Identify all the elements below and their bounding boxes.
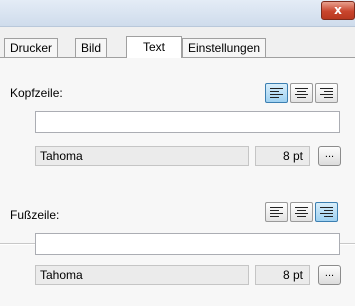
footer-align-left-button[interactable] — [265, 202, 288, 222]
footer-align-center-button[interactable] — [290, 202, 313, 222]
tab-label: Text — [142, 40, 165, 54]
header-text-input[interactable] — [35, 111, 340, 133]
header-label: Kopfzeile: — [10, 86, 63, 100]
footer-font-browse-button[interactable]: ... — [318, 265, 341, 285]
align-right-icon — [320, 88, 333, 98]
text-settings-panel: Kopfzeile: Tahoma 8 pt ... Fußzeile: Tah… — [0, 57, 355, 306]
align-center-icon — [295, 207, 308, 217]
header-align-right-button[interactable] — [315, 83, 338, 103]
header-align-center-button[interactable] — [290, 83, 313, 103]
title-bar: x — [0, 0, 355, 27]
header-alignment-group — [265, 83, 341, 103]
header-font-size-field: 8 pt — [255, 146, 310, 166]
footer-align-right-button[interactable] — [315, 202, 338, 222]
footer-text-input[interactable] — [35, 233, 340, 255]
tab-label: Drucker — [10, 41, 53, 55]
tab-text[interactable]: Text — [126, 36, 182, 58]
tab-drucker[interactable]: Drucker — [4, 38, 59, 57]
footer-font-name-field: Tahoma — [35, 265, 249, 285]
align-right-icon — [320, 207, 333, 217]
footer-alignment-group — [265, 202, 341, 222]
footer-label: Fußzeile: — [10, 208, 60, 222]
close-icon: x — [334, 3, 342, 17]
close-button[interactable]: x — [321, 1, 355, 20]
align-center-icon — [295, 88, 308, 98]
tab-strip: Drucker Bild Text Einstellungen — [0, 36, 355, 58]
tab-label: Einstellungen — [188, 41, 261, 55]
header-font-name-field: Tahoma — [35, 146, 249, 166]
header-font-browse-button[interactable]: ... — [318, 146, 341, 166]
tab-einstellungen[interactable]: Einstellungen — [182, 38, 267, 57]
tab-bild[interactable]: Bild — [75, 38, 108, 57]
tab-label: Bild — [81, 41, 102, 55]
header-align-left-button[interactable] — [265, 83, 288, 103]
align-left-icon — [270, 207, 283, 217]
align-left-icon — [270, 88, 283, 98]
footer-font-size-field: 8 pt — [255, 265, 310, 285]
